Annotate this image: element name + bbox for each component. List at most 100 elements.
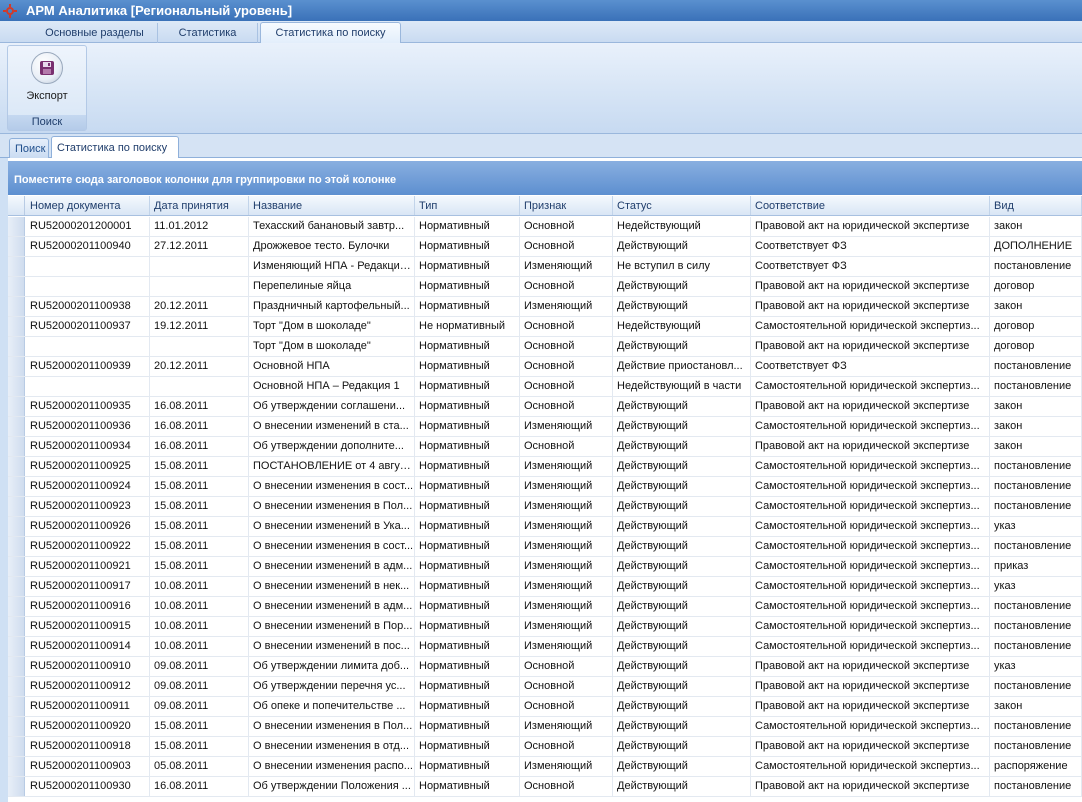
cell-date[interactable]: [150, 377, 249, 396]
row-indicator[interactable]: [8, 757, 25, 776]
cell-doc-number[interactable]: RU52000201100937: [26, 317, 150, 336]
cell-doc-number[interactable]: [26, 377, 150, 396]
cell-compliance[interactable]: Правовой акт на юридической экспертизе: [751, 217, 990, 236]
cell-date[interactable]: 10.08.2011: [150, 597, 249, 616]
cell-type[interactable]: Нормативный: [415, 597, 520, 616]
table-row[interactable]: RU52000201100938 20.12.2011 Праздничный ка…: [8, 297, 1082, 317]
cell-date[interactable]: 15.08.2011: [150, 557, 249, 576]
table-row[interactable]: RU52000201100930 16.08.2011 Об утверждении…: [8, 777, 1082, 797]
cell-type[interactable]: Нормативный: [415, 637, 520, 656]
table-row[interactable]: RU52000201100918 15.08.2011 О внесении изм…: [8, 737, 1082, 757]
cell-status[interactable]: Действующий: [613, 537, 751, 556]
cell-type[interactable]: Нормативный: [415, 537, 520, 556]
cell-type[interactable]: Нормативный: [415, 557, 520, 576]
cell-kind[interactable]: закон: [990, 297, 1082, 316]
cell-type[interactable]: Не нормативный: [415, 317, 520, 336]
cell-doc-number[interactable]: RU52000201100926: [26, 517, 150, 536]
cell-date[interactable]: 10.08.2011: [150, 617, 249, 636]
cell-type[interactable]: Нормативный: [415, 617, 520, 636]
cell-status[interactable]: Действующий: [613, 657, 751, 676]
cell-compliance[interactable]: Самостоятельной юридической экспертиз...: [751, 537, 990, 556]
cell-date[interactable]: 15.08.2011: [150, 477, 249, 496]
cell-doc-number[interactable]: RU52000201100938: [26, 297, 150, 316]
cell-status[interactable]: Действующий: [613, 497, 751, 516]
cell-compliance[interactable]: Самостоятельной юридической экспертиз...: [751, 317, 990, 336]
table-row[interactable]: RU52000201100911 09.08.2011 Об опеке и поп…: [8, 697, 1082, 717]
cell-name[interactable]: О внесении изменений в адм...: [249, 597, 415, 616]
table-row[interactable]: RU52000201100937 19.12.2011 Торт "Дом в шо…: [8, 317, 1082, 337]
cell-type[interactable]: Нормативный: [415, 717, 520, 736]
cell-attribute[interactable]: Основной: [520, 677, 613, 696]
cell-status[interactable]: Действующий: [613, 437, 751, 456]
table-row[interactable]: RU52000201100934 16.08.2011 Об утверждении…: [8, 437, 1082, 457]
cell-compliance[interactable]: Правовой акт на юридической экспертизе: [751, 437, 990, 456]
cell-compliance[interactable]: Правовой акт на юридической экспертизе: [751, 657, 990, 676]
cell-status[interactable]: Действующий: [613, 337, 751, 356]
cell-date[interactable]: 09.08.2011: [150, 677, 249, 696]
cell-doc-number[interactable]: RU52000201100917: [26, 577, 150, 596]
cell-attribute[interactable]: Основной: [520, 397, 613, 416]
cell-compliance[interactable]: Самостоятельной юридической экспертиз...: [751, 517, 990, 536]
ribbon-tab-main-sections[interactable]: Основные разделы: [32, 23, 158, 43]
cell-compliance[interactable]: Правовой акт на юридической экспертизе: [751, 277, 990, 296]
cell-name[interactable]: О внесении изменений в нек...: [249, 577, 415, 596]
table-row[interactable]: RU52000201200001 11.01.2012 Техасский бана…: [8, 217, 1082, 237]
cell-attribute[interactable]: Изменяющий: [520, 517, 613, 536]
cell-name[interactable]: Об утверждении Положения ...: [249, 777, 415, 796]
cell-name[interactable]: О внесении изменения в отд...: [249, 737, 415, 756]
cell-status[interactable]: Действующий: [613, 397, 751, 416]
cell-name[interactable]: Об утверждении лимита доб...: [249, 657, 415, 676]
table-row[interactable]: RU52000201100925 15.08.2011 ПОСТАНОВЛЕНИЕ …: [8, 457, 1082, 477]
cell-kind[interactable]: постановление: [990, 777, 1082, 796]
cell-compliance[interactable]: Самостоятельной юридической экспертиз...: [751, 757, 990, 776]
cell-type[interactable]: Нормативный: [415, 777, 520, 796]
cell-kind[interactable]: постановление: [990, 357, 1082, 376]
cell-kind[interactable]: постановление: [990, 617, 1082, 636]
cell-name[interactable]: О внесении изменения в Пол...: [249, 717, 415, 736]
row-indicator[interactable]: [8, 397, 25, 416]
table-row[interactable]: Перепелиные яйца Нормативный Основной Дейст…: [8, 277, 1082, 297]
row-indicator[interactable]: [8, 577, 25, 596]
cell-compliance[interactable]: Соответствует ФЗ: [751, 257, 990, 276]
row-indicator[interactable]: [8, 337, 25, 356]
cell-type[interactable]: Нормативный: [415, 217, 520, 236]
cell-status[interactable]: Действующий: [613, 777, 751, 796]
column-header-kind[interactable]: Вид: [990, 196, 1082, 215]
cell-kind[interactable]: приказ: [990, 557, 1082, 576]
cell-doc-number[interactable]: RU52000201100934: [26, 437, 150, 456]
cell-status[interactable]: Не вступил в силу: [613, 257, 751, 276]
column-header-name[interactable]: Название: [249, 196, 415, 215]
cell-compliance[interactable]: Правовой акт на юридической экспертизе: [751, 297, 990, 316]
cell-type[interactable]: Нормативный: [415, 697, 520, 716]
doc-tab-search[interactable]: Поиск: [9, 138, 49, 158]
cell-attribute[interactable]: Основной: [520, 237, 613, 256]
cell-type[interactable]: Нормативный: [415, 737, 520, 756]
cell-date[interactable]: [150, 277, 249, 296]
cell-doc-number[interactable]: RU52000201200001: [26, 217, 150, 236]
cell-attribute[interactable]: Изменяющий: [520, 297, 613, 316]
cell-kind[interactable]: постановление: [990, 477, 1082, 496]
cell-doc-number[interactable]: RU52000201100911: [26, 697, 150, 716]
cell-type[interactable]: Нормативный: [415, 257, 520, 276]
app-icon[interactable]: [0, 0, 20, 21]
cell-kind[interactable]: закон: [990, 437, 1082, 456]
cell-status[interactable]: Действующий: [613, 417, 751, 436]
cell-attribute[interactable]: Основной: [520, 317, 613, 336]
cell-name[interactable]: Об утверждении перечня ус...: [249, 677, 415, 696]
row-indicator[interactable]: [8, 317, 25, 336]
cell-name[interactable]: Техасский банановый завтр...: [249, 217, 415, 236]
row-indicator[interactable]: [8, 357, 25, 376]
cell-status[interactable]: Действующий: [613, 717, 751, 736]
row-indicator[interactable]: [8, 257, 25, 276]
cell-status[interactable]: Действующий: [613, 697, 751, 716]
cell-kind[interactable]: закон: [990, 217, 1082, 236]
cell-compliance[interactable]: Самостоятельной юридической экспертиз...: [751, 377, 990, 396]
cell-status[interactable]: Действующий: [613, 637, 751, 656]
cell-name[interactable]: О внесении изменений в ста...: [249, 417, 415, 436]
table-row[interactable]: RU52000201100903 05.08.2011 О внесении изм…: [8, 757, 1082, 777]
cell-kind[interactable]: постановление: [990, 457, 1082, 476]
row-indicator[interactable]: [8, 717, 25, 736]
cell-type[interactable]: Нормативный: [415, 577, 520, 596]
cell-type[interactable]: Нормативный: [415, 477, 520, 496]
cell-name[interactable]: Об утверждении дополните...: [249, 437, 415, 456]
